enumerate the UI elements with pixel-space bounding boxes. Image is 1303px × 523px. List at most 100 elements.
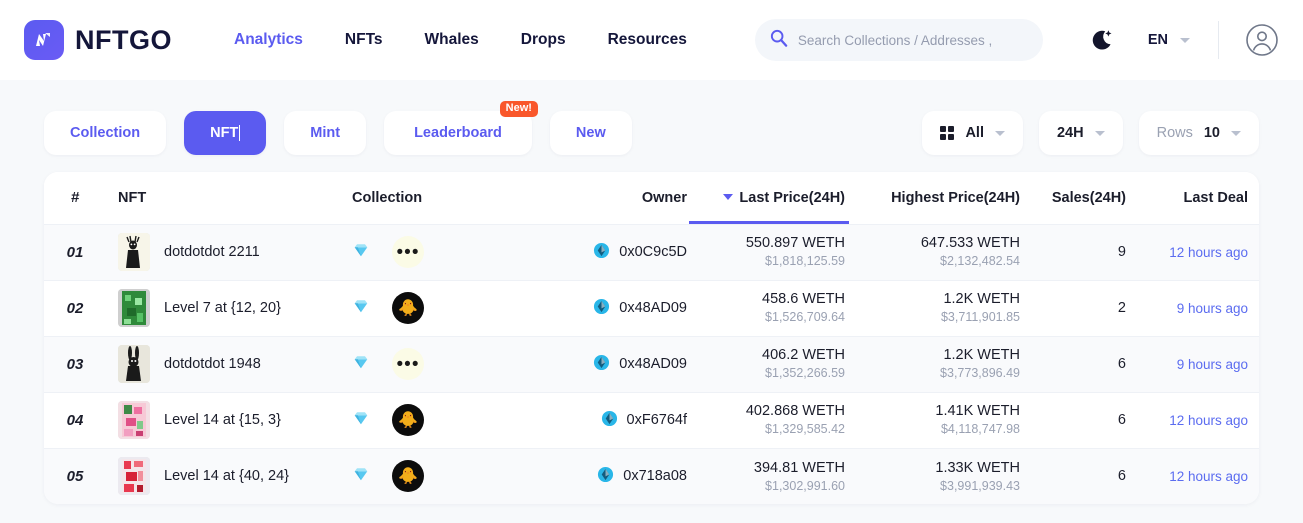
row-last-price: 394.81 WETH $1,302,991.60 — [689, 448, 849, 504]
diamond-icon — [352, 353, 370, 375]
table-row[interactable]: 01 dotdotdot 2211 ••• 0x0C9c5D 550.897 W… — [44, 224, 1259, 280]
row-highest-price: 1.33K WETH $3,991,939.43 — [849, 448, 1024, 504]
rows-selector-prefix: Rows — [1156, 125, 1193, 141]
row-nft-name: Level 7 at {12, 20} — [164, 300, 281, 316]
row-highest-price-usd: $3,991,939.43 — [940, 478, 1020, 493]
row-highest-price: 1.2K WETH $3,773,896.49 — [849, 336, 1024, 392]
row-last-price-weth: 550.897 WETH — [745, 235, 845, 252]
grid-icon — [940, 126, 955, 140]
row-last-price-weth: 458.6 WETH — [762, 291, 845, 308]
column-header-last-price[interactable]: Last Price(24H) — [689, 172, 849, 224]
row-last-deal[interactable]: 9 hours ago — [1144, 336, 1259, 392]
nft-table-card: # NFT Collection Owner Last Price(24H) H… — [44, 172, 1259, 504]
row-highest-price-usd: $3,711,901.85 — [940, 310, 1020, 325]
search-box[interactable] — [754, 19, 1043, 61]
table-row[interactable]: 04 Level 14 at {15, 3} 🐥 0xF6764f 402.86… — [44, 392, 1259, 448]
moon-icon[interactable] — [1082, 20, 1122, 60]
row-nft[interactable]: dotdotdot 1948 — [106, 336, 344, 392]
language-selector[interactable]: EN — [1148, 32, 1218, 48]
language-label: EN — [1147, 32, 1168, 48]
timeframe-filter-label: 24H — [1056, 125, 1084, 141]
brand-name: NFTGO — [75, 24, 172, 55]
column-header-highest-price[interactable]: Highest Price(24H) — [849, 172, 1024, 224]
row-collection[interactable] — [344, 336, 514, 392]
row-rank: 04 — [66, 411, 84, 429]
row-last-deal[interactable]: 12 hours ago — [1144, 224, 1259, 280]
tab-collection[interactable]: Collection — [44, 111, 167, 155]
row-nft[interactable]: Level 14 at {15, 3} — [106, 392, 344, 448]
row-last-price: 402.868 WETH $1,329,585.42 — [689, 392, 849, 448]
row-nft-name: Level 14 at {15, 3} — [164, 412, 281, 428]
row-last-price-usd: $1,302,991.60 — [765, 478, 845, 493]
row-sales: 9 — [1117, 244, 1126, 260]
column-header-last-deal[interactable]: Last Deal — [1144, 172, 1259, 224]
row-owner[interactable]: 0x48AD09 — [514, 280, 689, 336]
nav-item-drops[interactable]: Drops — [521, 31, 566, 49]
table-row[interactable]: 03 dotdotdot 1948 ••• 0x48AD09 406.2 WET… — [44, 336, 1259, 392]
text-cursor — [239, 125, 241, 141]
nftgo-logo-icon — [24, 20, 64, 60]
row-nft[interactable]: Level 7 at {12, 20} — [106, 280, 344, 336]
dotdotdot-avatar — [392, 348, 424, 380]
row-collection[interactable] — [344, 448, 514, 504]
row-last-price-usd: $1,526,709.64 — [765, 310, 845, 325]
row-owner-address: 0x0C9c5D — [619, 244, 687, 260]
table-head: # NFT Collection Owner Last Price(24H) H… — [44, 172, 1259, 224]
nav-item-analytics[interactable]: Analytics — [234, 31, 303, 49]
nav-item-resources[interactable]: Resources — [608, 31, 687, 49]
tab-new[interactable]: New — [549, 111, 632, 155]
row-highest-price: 1.2K WETH $3,711,901.85 — [849, 280, 1024, 336]
category-filter[interactable]: All — [922, 111, 1023, 155]
row-last-deal[interactable]: 12 hours ago — [1144, 392, 1259, 448]
column-header-owner[interactable]: Owner — [514, 172, 689, 224]
row-owner[interactable]: 0x48AD09 — [514, 336, 689, 392]
nav-item-whales[interactable]: Whales — [425, 31, 479, 49]
row-last-deal[interactable]: 9 hours ago — [1144, 280, 1259, 336]
row-collection[interactable] — [344, 224, 514, 280]
brand-logo[interactable]: NFTGO — [24, 20, 172, 60]
nav-item-nfts[interactable]: NFTs — [345, 31, 383, 49]
row-owner-address: 0xF6764f — [626, 412, 687, 428]
filter-bar: Collection NFT Mint Leaderboard New! New… — [0, 92, 1303, 162]
tab-leaderboard[interactable]: Leaderboard New! — [384, 101, 538, 155]
user-circle-icon[interactable] — [1245, 23, 1279, 57]
search-input[interactable] — [797, 32, 1029, 48]
row-nft-name: Level 14 at {40, 24} — [164, 468, 289, 485]
table-header-row: # NFT Collection Owner Last Price(24H) H… — [44, 172, 1259, 224]
tab-mint-label: Mint — [310, 125, 341, 141]
column-header-last-price-label: Last Price(24H) — [739, 189, 845, 206]
column-header-collection[interactable]: Collection — [344, 172, 514, 224]
table-row[interactable]: 05 Level 14 at {40, 24} 🐥 0x718a08 394.8… — [44, 448, 1259, 504]
row-last-price-weth: 406.2 WETH — [762, 347, 845, 364]
row-nft[interactable]: dotdotdot 2211 — [106, 224, 344, 280]
row-last-price: 458.6 WETH $1,526,709.64 — [689, 280, 849, 336]
table-body: 01 dotdotdot 2211 ••• 0x0C9c5D 550.897 W… — [44, 224, 1259, 504]
chevron-down-icon — [1180, 37, 1190, 43]
tab-nft[interactable]: NFT — [184, 111, 267, 155]
tab-mint[interactable]: Mint — [284, 111, 367, 155]
row-last-price-usd: $1,818,125.59 — [765, 254, 845, 269]
row-rank: 02 — [66, 299, 84, 317]
diamond-icon — [352, 465, 370, 487]
row-owner[interactable]: 0xF6764f — [514, 392, 689, 448]
header-actions: EN — [1082, 20, 1279, 60]
row-owner[interactable]: 0x0C9c5D — [514, 224, 689, 280]
rows-selector[interactable]: Rows 10 — [1138, 111, 1259, 155]
row-highest-price-usd: $4,118,747.98 — [940, 422, 1020, 437]
column-header-sales[interactable]: Sales(24H) — [1024, 172, 1144, 224]
timeframe-filter[interactable]: 24H — [1038, 111, 1123, 155]
table-row[interactable]: 02 Level 7 at {12, 20} 🐥 0x48AD09 458.6 … — [44, 280, 1259, 336]
green-pixel-land-thumbnail — [118, 289, 150, 327]
otherdeed-avatar — [392, 460, 424, 493]
row-collection[interactable] — [344, 392, 514, 448]
column-header-rank[interactable]: # — [44, 172, 106, 224]
column-header-nft[interactable]: NFT — [106, 172, 344, 224]
row-highest-price-usd: $3,773,896.49 — [940, 366, 1020, 381]
row-sales: 6 — [1117, 356, 1126, 372]
row-owner[interactable]: 0x718a08 — [514, 448, 689, 504]
row-nft[interactable]: Level 14 at {40, 24} — [106, 448, 344, 504]
row-collection[interactable] — [344, 280, 514, 336]
otherdeed-avatar — [392, 404, 424, 436]
row-last-deal[interactable]: 12 hours ago — [1144, 448, 1259, 504]
diamond-icon — [352, 409, 370, 431]
